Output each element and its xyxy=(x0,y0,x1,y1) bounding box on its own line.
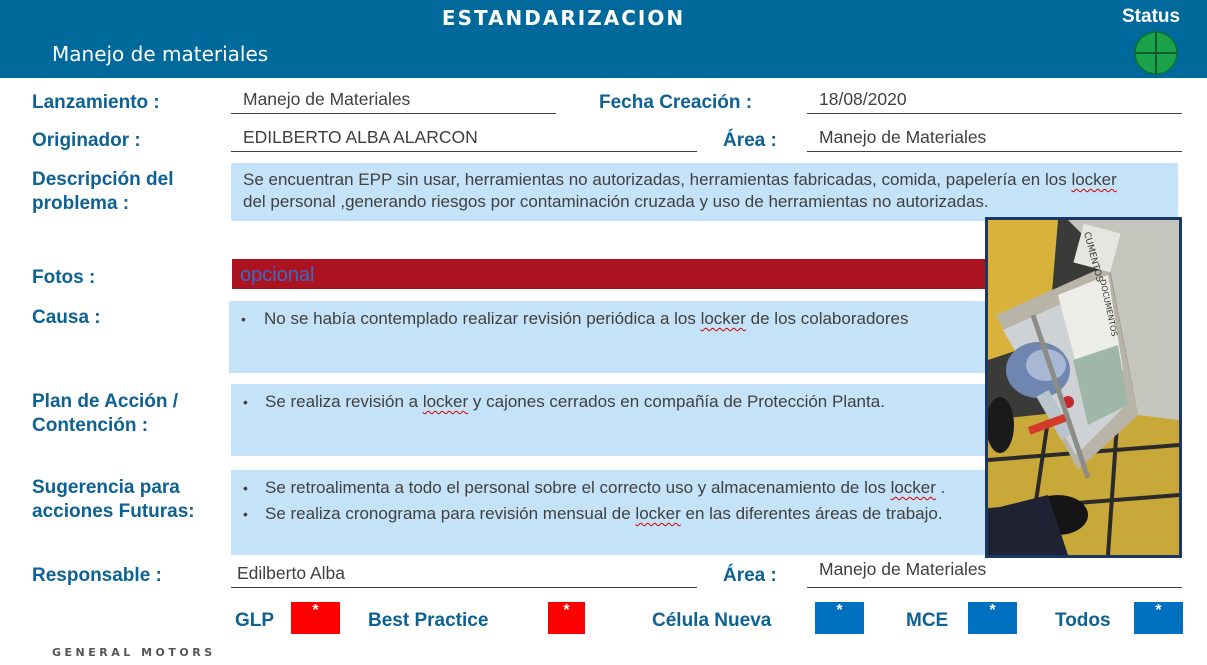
lanzamiento-label: Lanzamiento : xyxy=(32,92,160,113)
sugerencia-label: Sugerencia para acciones Futuras: xyxy=(32,477,195,522)
category-celula-nueva-label: Célula Nueva xyxy=(652,610,772,631)
category-mce-label: MCE xyxy=(906,610,949,631)
descripcion-line-2: del personal ,generando riesgos por cont… xyxy=(243,192,989,211)
descripcion-box[interactable]: Se encuentran EPP sin usar, herramientas… xyxy=(231,163,1178,221)
photo-image: CUMENTOS DOCUMENTOS xyxy=(988,220,1179,555)
page-title: ESTANDARIZACION xyxy=(441,6,686,30)
sugerencia-item-1: Se retroalimenta a todo el personal sobr… xyxy=(231,477,989,499)
sugerencia-box[interactable]: Se retroalimenta a todo el personal sobr… xyxy=(231,470,989,555)
general-motors-logo: GENERAL MOTORS xyxy=(52,646,216,659)
header-banner: ESTANDARIZACION Manejo de materiales Sta… xyxy=(0,0,1207,78)
category-todos-label: Todos xyxy=(1055,610,1111,631)
descripcion-line-1: Se encuentran EPP sin usar, herramientas… xyxy=(243,170,1117,189)
category-todos-checkbox[interactable]: * xyxy=(1134,602,1183,634)
originador-field[interactable]: EDILBERTO ALBA ALARCON xyxy=(231,126,697,152)
status-label: Status xyxy=(1122,6,1181,27)
category-best-practice-checkbox[interactable]: * xyxy=(548,602,585,634)
area-field[interactable]: Manejo de Materiales xyxy=(807,126,1182,152)
area-label: Área : xyxy=(723,130,777,151)
originador-label: Originador : xyxy=(32,130,141,151)
category-mce-checkbox[interactable]: * xyxy=(968,602,1017,634)
area2-field[interactable]: Manejo de Materiales xyxy=(807,558,1182,588)
page-subtitle: Manejo de materiales xyxy=(52,42,269,66)
causa-label: Causa : xyxy=(32,307,101,328)
category-glp-checkbox[interactable]: * xyxy=(291,602,340,634)
fotos-label: Fotos : xyxy=(32,267,96,288)
plan-accion-box[interactable]: Se realiza revisión a locker y cajones c… xyxy=(231,384,989,456)
responsable-label: Responsable : xyxy=(32,565,162,586)
locker-drawer-photo[interactable]: CUMENTOS DOCUMENTOS xyxy=(985,217,1182,558)
fecha-creacion-label: Fecha Creación : xyxy=(599,92,753,113)
descripcion-label: Descripción del problema : xyxy=(32,169,174,214)
category-glp-label: GLP xyxy=(235,610,275,631)
plan-item: Se realiza revisión a locker y cajones c… xyxy=(231,391,989,413)
area2-label: Área : xyxy=(723,565,777,586)
responsable-field[interactable]: Edilberto Alba xyxy=(231,562,697,588)
causa-box[interactable]: No se había contemplado realizar revisió… xyxy=(229,301,989,373)
fotos-field[interactable]: opcional xyxy=(232,259,992,289)
fotos-placeholder: opcional xyxy=(240,264,315,286)
plan-accion-label: Plan de Acción / Contención : xyxy=(32,391,179,436)
sugerencia-item-2: Se realiza cronograma para revisión mens… xyxy=(231,503,989,525)
causa-item: No se había contemplado realizar revisió… xyxy=(229,308,989,330)
fecha-creacion-field[interactable]: 18/08/2020 xyxy=(807,88,1182,114)
category-best-practice-label: Best Practice xyxy=(368,610,489,631)
lanzamiento-field[interactable]: Manejo de Materiales xyxy=(231,88,556,114)
category-celula-nueva-checkbox[interactable]: * xyxy=(815,602,864,634)
status-crosshair-icon xyxy=(1134,31,1178,75)
